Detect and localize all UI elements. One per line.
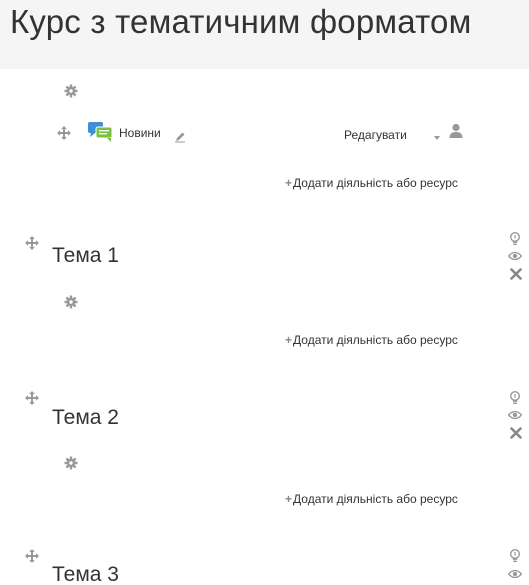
- eye-icon[interactable]: [508, 410, 522, 420]
- add-activity-label: Додати діяльність або ресурс: [293, 492, 458, 506]
- plus-icon: +: [285, 176, 293, 190]
- activity-name-link[interactable]: Новини: [119, 126, 161, 140]
- gear-icon[interactable]: [64, 295, 78, 309]
- page-header: Курс з тематичним форматом: [0, 0, 529, 69]
- gear-icon[interactable]: [64, 84, 78, 98]
- course-page: Курс з тематичним форматом Новини Редагу…: [0, 0, 529, 585]
- eye-icon[interactable]: [508, 569, 522, 579]
- caret-down-icon[interactable]: [433, 135, 441, 141]
- add-activity-label: Додати діяльність або ресурс: [293, 333, 458, 347]
- gear-icon[interactable]: [64, 456, 78, 470]
- section-title: Тема 3: [52, 563, 119, 585]
- move-icon[interactable]: [25, 549, 39, 563]
- section-title: Тема 1: [52, 244, 119, 267]
- add-activity-link[interactable]: +Додати діяльність або ресурс: [285, 333, 458, 347]
- delete-icon[interactable]: [510, 268, 522, 280]
- add-activity-link[interactable]: +Додати діяльність або ресурс: [285, 492, 458, 506]
- lightbulb-icon[interactable]: [509, 549, 521, 563]
- move-icon[interactable]: [25, 236, 39, 250]
- add-activity-label: Додати діяльність або ресурс: [293, 176, 458, 190]
- plus-icon: +: [285, 492, 293, 506]
- user-icon[interactable]: [449, 123, 463, 139]
- delete-icon[interactable]: [510, 427, 522, 439]
- add-activity-link[interactable]: +Додати діяльність або ресурс: [285, 176, 458, 190]
- course-title: Курс з тематичним форматом: [10, 3, 472, 40]
- eye-icon[interactable]: [508, 251, 522, 261]
- lightbulb-icon[interactable]: [509, 232, 521, 246]
- plus-icon: +: [285, 333, 293, 347]
- edit-menu-link[interactable]: Редагувати: [344, 128, 407, 142]
- forum-icon[interactable]: [87, 121, 113, 143]
- lightbulb-icon[interactable]: [509, 391, 521, 405]
- section-title: Тема 2: [52, 406, 119, 429]
- move-icon[interactable]: [25, 391, 39, 405]
- pencil-icon[interactable]: [174, 131, 186, 143]
- move-icon[interactable]: [57, 126, 71, 140]
